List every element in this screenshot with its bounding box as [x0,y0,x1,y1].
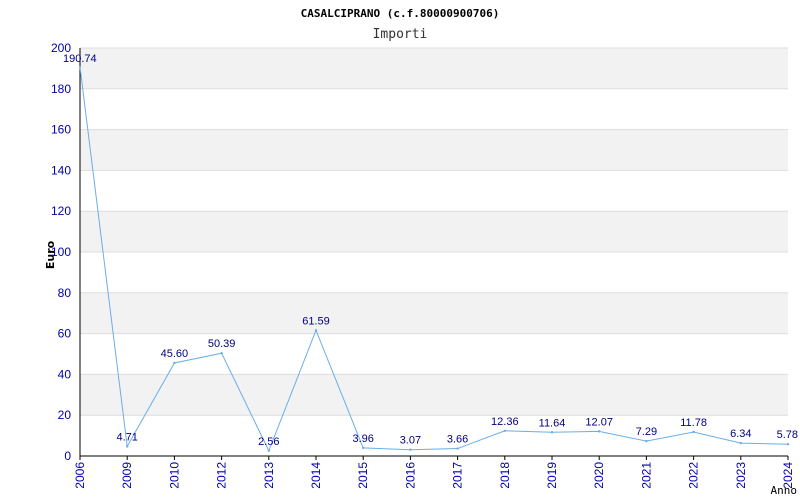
data-label: 45.60 [161,348,189,360]
data-point [645,439,648,443]
y-tick-label: 60 [58,327,72,341]
data-point [456,447,459,450]
x-tick-label: 2010 [167,462,181,489]
x-tick-label: 2014 [309,462,323,489]
data-label: 7.29 [636,426,657,438]
data-point [362,446,365,450]
y-tick-label: 160 [51,123,71,137]
data-point [692,430,695,434]
grid-band [80,88,788,130]
data-label: 11.64 [539,417,566,429]
grid-band [80,252,788,293]
data-label: 12.36 [491,416,519,428]
x-tick-label: 2015 [356,462,370,489]
data-point [739,441,742,445]
x-tick-label: 2019 [545,462,559,489]
grid-band [80,292,788,334]
x-tick-label: 2016 [403,462,417,489]
data-label: 3.66 [447,434,468,446]
x-tick-label: 2021 [639,462,653,489]
x-tick-label: 2020 [592,462,606,489]
x-tick-label: 2024 [781,462,795,489]
x-tick-label: 2018 [498,462,512,489]
data-label: 5.78 [777,429,798,441]
data-point [78,65,82,69]
data-point [267,449,270,452]
chart-title: CASALCIPRANO (c.f.80000900706) [301,7,500,20]
data-point [598,430,601,433]
data-point [220,352,223,355]
x-tick-label: 2013 [262,462,276,489]
data-point [126,445,129,448]
grid-band [80,48,788,89]
data-label: 3.07 [400,435,421,447]
grid-band [80,374,788,416]
line-chart: CASALCIPRANO (c.f.80000900706) Importi E… [44,7,798,497]
grid-band [80,129,788,171]
y-tick-label: 0 [64,449,71,463]
x-tick-label: 2017 [451,462,465,489]
y-tick-label: 20 [58,408,72,422]
x-tick-label: 2022 [687,462,701,489]
data-point [409,448,412,451]
y-tick-label: 140 [51,163,71,177]
data-label: 4.71 [116,431,137,443]
y-tick-label: 80 [58,286,72,300]
data-label: 190.74 [63,53,97,65]
data-point [786,443,790,446]
grid-band [80,170,788,212]
x-tick-label: 2012 [215,462,229,489]
y-tick-label: 40 [58,367,72,381]
data-label: 50.39 [208,338,236,350]
chart-subtitle: Importi [373,27,428,42]
data-label: 2.56 [258,436,279,448]
y-tick-label: 120 [51,204,71,218]
data-label: 61.59 [302,315,330,327]
data-label: 3.96 [352,433,373,445]
data-label: 12.07 [585,416,613,428]
grid-band [80,211,788,252]
data-point [173,361,176,365]
x-tick-label: 2009 [120,462,134,489]
y-tick-label: 180 [51,82,71,96]
data-point [503,429,506,432]
data-point [550,431,554,434]
y-tick-label: 100 [51,245,71,259]
data-label: 6.34 [730,428,751,440]
data-label: 11.78 [680,417,707,429]
x-tick-label: 2006 [73,462,87,489]
y-tick-labels: 020406080100120140160180200 [51,41,71,463]
data-point [314,329,318,332]
x-tick-labels: 2006 2009 2010 2012 2013 2014 2015 2016 2017 2018… [73,462,795,489]
x-tick-label: 2023 [734,462,748,489]
